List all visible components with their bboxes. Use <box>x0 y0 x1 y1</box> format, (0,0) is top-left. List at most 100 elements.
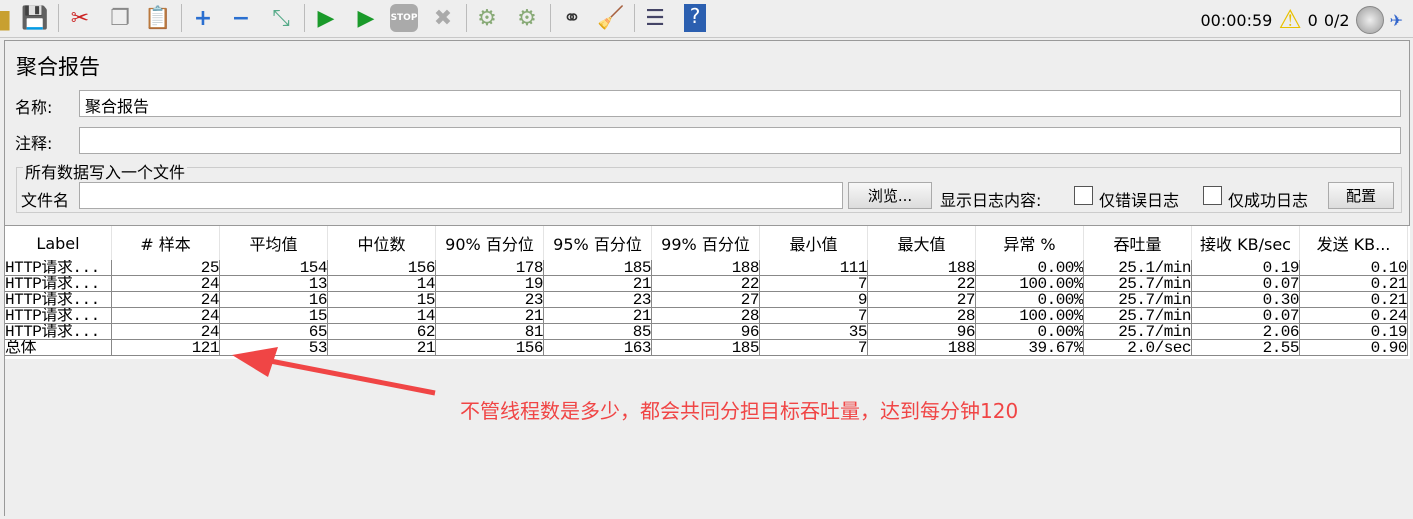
table-cell: 39.67% <box>976 340 1084 356</box>
configure-button[interactable]: 配置 <box>1328 182 1394 209</box>
reset-search-icon[interactable]: 🧹 <box>596 3 626 33</box>
errors-only-checkbox[interactable] <box>1074 186 1093 205</box>
column-header[interactable]: 中位数 <box>328 226 436 260</box>
table-cell: 85 <box>544 324 652 340</box>
expand-icon[interactable]: + <box>188 3 218 33</box>
column-header[interactable]: 吞吐量 <box>1084 226 1192 260</box>
search-icon[interactable]: ⚭ <box>557 3 587 33</box>
toolbar-separator <box>466 4 467 32</box>
start-no-pause-icon[interactable]: ▶ <box>351 3 381 33</box>
copy-icon[interactable]: ❐ <box>105 3 135 33</box>
toggle-icon[interactable]: ⤡ <box>266 3 296 33</box>
table-cell: 65 <box>220 324 328 340</box>
column-header[interactable]: 发送 KB... <box>1300 226 1408 260</box>
shutdown-icon[interactable]: ✖ <box>428 3 458 33</box>
column-header[interactable]: 最大值 <box>868 226 976 260</box>
success-only-checkbox[interactable] <box>1203 186 1222 205</box>
column-header[interactable]: 95% 百分位 <box>544 226 652 260</box>
table-cell: 24 <box>112 308 220 324</box>
start-icon[interactable]: ▶ <box>311 3 341 33</box>
collapse-icon[interactable]: − <box>226 3 256 33</box>
table-cell: 2.06 <box>1192 324 1300 340</box>
stop-icon[interactable]: STOP <box>389 3 419 33</box>
table-cell: 156 <box>328 260 436 276</box>
table-row[interactable]: HTTP请求... 24 13 14 19 21 22 7 22 100.00% 25.7/min 0… <box>5 276 1408 292</box>
column-header[interactable]: 最小值 <box>760 226 868 260</box>
open-icon[interactable]: ▆ <box>0 3 16 33</box>
elapsed-timer: 00:00:59 <box>1200 10 1273 30</box>
table-cell: 0.00% <box>976 260 1084 276</box>
table-cell: 96 <box>868 324 976 340</box>
annotation-arrow <box>232 347 436 396</box>
table-cell: 14 <box>328 308 436 324</box>
table-row[interactable]: HTTP请求... 24 16 15 23 23 27 9 27 0.00% 25.7/min 0.3… <box>5 292 1408 308</box>
column-header[interactable]: 平均值 <box>220 226 328 260</box>
table-cell: HTTP请求... <box>5 292 112 308</box>
table-cell: 0.07 <box>1192 308 1300 324</box>
table-cell: 0.10 <box>1300 260 1408 276</box>
browse-button[interactable]: 浏览... <box>848 182 932 209</box>
filename-input[interactable] <box>79 182 843 209</box>
table-cell: 0.07 <box>1192 276 1300 292</box>
arrow-shaft <box>259 356 436 396</box>
table-cell: 总体 <box>5 340 112 356</box>
toolbar-separator <box>181 4 182 32</box>
table-cell: 7 <box>760 276 868 292</box>
log-viewer-icon[interactable]: ✈ <box>1390 11 1403 30</box>
save-icon[interactable]: 💾 <box>20 3 50 33</box>
column-header[interactable]: 接收 KB/sec <box>1192 226 1300 260</box>
name-input[interactable]: 聚合报告 <box>79 90 1401 117</box>
table-cell: 154 <box>220 260 328 276</box>
help-icon[interactable]: ? <box>680 3 710 33</box>
log-content-label: 显示日志内容: <box>940 191 1042 210</box>
column-header[interactable]: 异常 % <box>976 226 1084 260</box>
cut-icon[interactable]: ✂ <box>65 3 95 33</box>
table-row[interactable]: 总体 121 53 21 156 163 185 7 188 39.67% 2.0/sec 2.55 0… <box>5 340 1408 356</box>
paste-icon[interactable]: 📋 <box>143 3 173 33</box>
table-cell: 14 <box>328 276 436 292</box>
warning-icon[interactable]: ⚠ <box>1278 7 1301 33</box>
column-header[interactable]: 90% 百分位 <box>436 226 544 260</box>
table-row[interactable]: HTTP请求... 24 65 62 81 85 96 35 96 0.00% 25.7/min 2.… <box>5 324 1408 340</box>
clear-icon[interactable]: ⚙ <box>472 3 502 33</box>
table-cell: 0.19 <box>1192 260 1300 276</box>
table-cell: 188 <box>868 340 976 356</box>
table-cell: HTTP请求... <box>5 260 112 276</box>
table-row[interactable]: HTTP请求... 24 15 14 21 21 28 7 28 100.00% 25.7/min 0… <box>5 308 1408 324</box>
table-cell: 0.30 <box>1192 292 1300 308</box>
remote-icon[interactable] <box>1355 6 1384 34</box>
comment-input[interactable] <box>79 127 1401 154</box>
page-title: 聚合报告 <box>16 55 100 79</box>
table-empty-area <box>5 359 1410 519</box>
table-cell: 100.00% <box>976 276 1084 292</box>
clear-all-icon[interactable]: ⚙ <box>512 3 542 33</box>
table-cell: 163 <box>544 340 652 356</box>
table-cell: 27 <box>652 292 760 308</box>
function-helper-icon[interactable]: ☰ <box>640 3 670 33</box>
file-group-title: 所有数据写入一个文件 <box>23 159 188 183</box>
thread-count: 0/2 <box>1323 10 1350 30</box>
table-header: Label # 样本 平均值 中位数 90% 百分位 95% 百分位 99% 百分位 最小值最… <box>5 226 1408 260</box>
table-cell: 22 <box>652 276 760 292</box>
table-cell: 9 <box>760 292 868 308</box>
table-cell: 188 <box>652 260 760 276</box>
aggregate-report-panel: 聚合报告 名称: 聚合报告 注释: 所有数据写入一个文件 文件名 浏览... 显… <box>4 40 1410 519</box>
column-header[interactable]: Label <box>5 226 112 260</box>
table-cell: 25.7/min <box>1084 324 1192 340</box>
column-header[interactable]: 99% 百分位 <box>652 226 760 260</box>
table-cell: 25.1/min <box>1084 260 1192 276</box>
table-cell: 121 <box>112 340 220 356</box>
arrow-head <box>232 347 278 377</box>
toolbar-separator <box>550 4 551 32</box>
table-row[interactable]: HTTP请求... 25 154 156 178 185 188 111 188 0.00% 25.… <box>5 260 1408 276</box>
table-cell: 62 <box>328 324 436 340</box>
column-header[interactable]: # 样本 <box>112 226 220 260</box>
table-cell: 185 <box>544 260 652 276</box>
table-cell: 0.21 <box>1300 292 1408 308</box>
filename-label: 文件名 <box>21 191 70 210</box>
table-cell: 19 <box>436 276 544 292</box>
table-cell: 2.0/sec <box>1084 340 1192 356</box>
table-cell: 81 <box>436 324 544 340</box>
table-cell: HTTP请求... <box>5 308 112 324</box>
table-cell: 16 <box>220 292 328 308</box>
